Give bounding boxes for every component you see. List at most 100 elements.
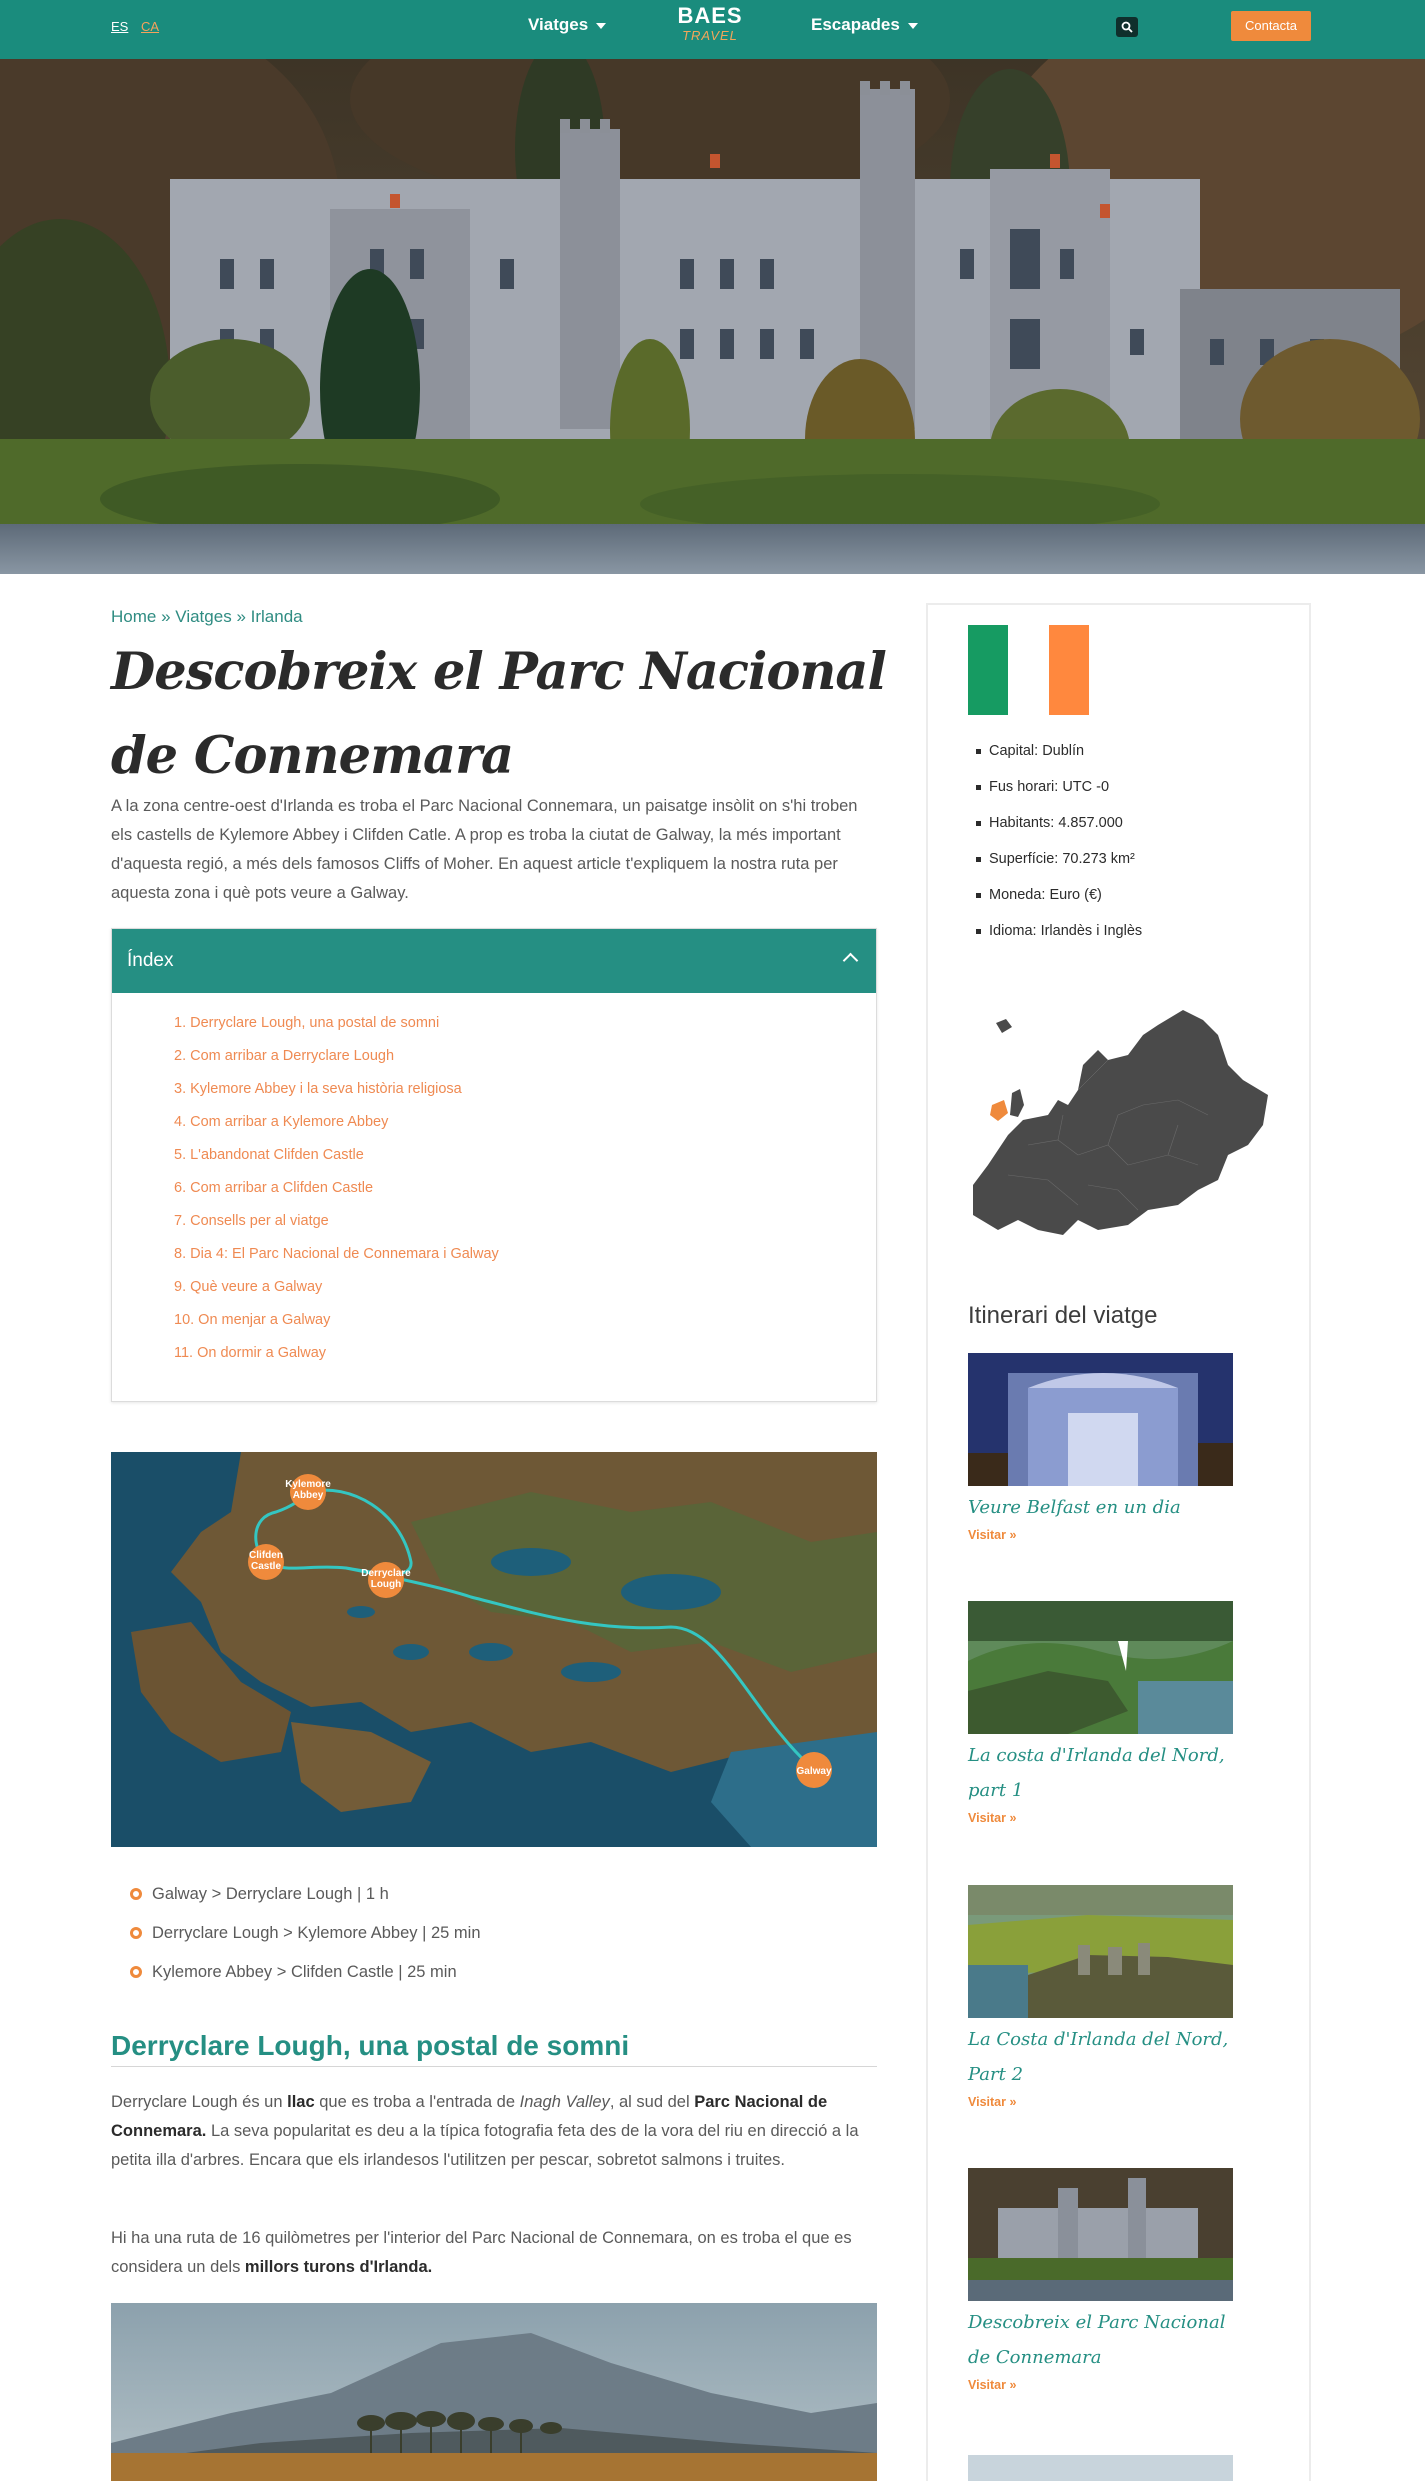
sidebar: Capital: Dublín Fus horari: UTC -0 Habit…: [926, 603, 1311, 2481]
lang-es-link[interactable]: ES: [111, 19, 128, 34]
toc-item[interactable]: 5. L'abandonat Clifden Castle: [174, 1139, 876, 1172]
map-marker-clifden[interactable]: Clifden Castle: [248, 1544, 284, 1580]
route-map-image: Kylemore Abbey Clifden Castle Derryclare…: [111, 1452, 877, 1847]
itinerary-card: La costa d'Irlanda del Nord, part 1 Visi…: [968, 1601, 1233, 1825]
fact-currency: Moneda: Euro (€): [989, 887, 1102, 903]
logo-sub-text: TRAVEL: [682, 28, 738, 43]
toc-list: 1. Derryclare Lough, una postal de somni…: [112, 993, 876, 1370]
toc-item[interactable]: 8. Dia 4: El Parc Nacional de Connemara …: [174, 1238, 876, 1271]
card-title[interactable]: La costa d'Irlanda del Nord, part 1: [968, 1738, 1233, 1808]
intro-paragraph: A la zona centre-oest d'Irlanda es troba…: [111, 797, 858, 902]
itinerary-heading: Itinerari del viatge: [968, 1302, 1158, 1329]
toc-item[interactable]: 9. Què veure a Galway: [174, 1271, 876, 1304]
breadcrumb-home[interactable]: Home: [111, 607, 156, 626]
card-title[interactable]: La Costa d'Irlanda del Nord, Part 2: [968, 2022, 1233, 2092]
square-bullet-icon: [976, 928, 981, 934]
toc-item[interactable]: 4. Com arribar a Kylemore Abbey: [174, 1106, 876, 1139]
site-logo[interactable]: BAES TRAVEL: [670, 3, 750, 43]
map-label-clifden-line1: Clifden: [249, 1550, 283, 1561]
fact-item: Moneda: Euro (€): [976, 877, 1142, 913]
route-item: Kylemore Abbey > Clifden Castle | 25 min: [130, 1952, 481, 1991]
bold-text: llac: [287, 2093, 315, 2111]
ireland-highlight: [990, 1100, 1008, 1121]
fact-item: Capital: Dublín: [976, 733, 1142, 769]
section-paragraph-2: Hi ha una ruta de 16 quilòmetres per l'i…: [111, 2224, 881, 2282]
square-bullet-icon: [976, 820, 981, 826]
toc-item[interactable]: 6. Com arribar a Clifden Castle: [174, 1172, 876, 1205]
table-of-contents: Índex 1. Derryclare Lough, una postal de…: [111, 928, 877, 1402]
toc-heading: Índex: [127, 950, 174, 971]
visit-link[interactable]: Visitar »: [968, 1528, 1233, 1542]
circle-bullet-icon: [130, 1887, 142, 1900]
fact-language: Idioma: Irlandès i Inglès: [989, 923, 1143, 939]
fact-timezone: Fus horari: UTC -0: [989, 779, 1110, 795]
map-marker-galway[interactable]: Galway: [796, 1752, 832, 1788]
text-run: , al sud del: [609, 2093, 695, 2111]
toc-header[interactable]: Índex: [112, 929, 876, 993]
section-paragraph-1: Derryclare Lough és un llac que es troba…: [111, 2088, 881, 2175]
toc-item[interactable]: 2. Com arribar a Derryclare Lough: [174, 1040, 876, 1073]
flag-stripe-white: [1008, 625, 1049, 715]
fact-item: Idioma: Irlandès i Inglès: [976, 913, 1142, 949]
contact-button[interactable]: Contacta: [1231, 11, 1311, 41]
square-bullet-icon: [976, 748, 981, 754]
search-icon: [1121, 21, 1133, 33]
text-run: que es troba a l'entrada de: [314, 2093, 520, 2111]
itinerary-card: Veure Belfast en un dia Visitar »: [968, 1353, 1233, 1542]
text-run: La seva popularitat es deu a la típica f…: [111, 2122, 859, 2169]
breadcrumb-viatges[interactable]: Viatges: [175, 607, 231, 626]
nav-viatges-menu[interactable]: Viatges: [528, 15, 607, 35]
toc-item[interactable]: 7. Consells per al viatge: [174, 1205, 876, 1238]
route-item-text: Galway > Derryclare Lough | 1 h: [152, 1884, 389, 1903]
map-label-derryclare-line1: Derryclare: [361, 1568, 411, 1579]
breadcrumb-separator: »: [236, 607, 246, 626]
dunluce-thumbnail[interactable]: [968, 1885, 1233, 2018]
square-bullet-icon: [976, 892, 981, 898]
card-title[interactable]: Descobreix el Parc Nacional de Connemara: [968, 2305, 1233, 2375]
map-label-clifden-line2: Castle: [251, 1561, 281, 1572]
visit-link[interactable]: Visitar »: [968, 1811, 1233, 1825]
section-heading: Derryclare Lough, una postal de somni: [111, 2030, 877, 2067]
toc-item[interactable]: 11. On dormir a Galway: [174, 1337, 876, 1370]
toc-item[interactable]: 10. On menjar a Galway: [174, 1304, 876, 1337]
nav-viatges-label: Viatges: [528, 15, 589, 34]
caret-down-icon: [907, 23, 918, 29]
hero-image: [0, 59, 1425, 574]
nav-escapades-label: Escapades: [811, 15, 900, 34]
route-item-text: Derryclare Lough > Kylemore Abbey | 25 m…: [152, 1923, 481, 1942]
italic-text: Inagh Valley: [519, 2093, 610, 2111]
toc-item[interactable]: 3. Kylemore Abbey i la seva història rel…: [174, 1073, 876, 1106]
breadcrumb: Home » Viatges » Irlanda: [111, 607, 303, 627]
fact-capital: Capital: Dublín: [989, 743, 1085, 759]
map-label-derryclare-line2: Lough: [371, 1579, 402, 1590]
route-list: Galway > Derryclare Lough | 1 h Derrycla…: [130, 1874, 481, 1991]
breadcrumb-separator: »: [161, 607, 171, 626]
north-coast-thumbnail[interactable]: [968, 1601, 1233, 1734]
country-facts: Capital: Dublín Fus horari: UTC -0 Habit…: [976, 733, 1142, 949]
top-navigation: ES CA Viatges BAES TRAVEL Escapades Cont…: [0, 0, 1425, 59]
map-label-galway: Galway: [796, 1766, 831, 1777]
visit-link[interactable]: Visitar »: [968, 2378, 1233, 2392]
nav-escapades-menu[interactable]: Escapades: [811, 15, 918, 35]
belfast-thumbnail[interactable]: [968, 1353, 1233, 1486]
route-map: Kylemore Abbey Clifden Castle Derryclare…: [111, 1452, 877, 1847]
flag-stripe-green: [968, 625, 1009, 715]
route-item: Derryclare Lough > Kylemore Abbey | 25 m…: [130, 1913, 481, 1952]
fact-population: Habitants: 4.857.000: [989, 815, 1123, 831]
visit-link[interactable]: Visitar »: [968, 2095, 1233, 2109]
itinerary-card-partial: [968, 2455, 1233, 2481]
toc-item[interactable]: 1. Derryclare Lough, una postal de somni: [174, 1007, 876, 1040]
kylemore-thumbnail[interactable]: [968, 2168, 1233, 2301]
lang-ca-link[interactable]: CA: [141, 19, 159, 34]
fact-item: Habitants: 4.857.000: [976, 805, 1142, 841]
search-button[interactable]: [1116, 17, 1138, 37]
flag-stripe-orange: [1048, 625, 1089, 715]
square-bullet-icon: [976, 784, 981, 790]
route-item: Galway > Derryclare Lough | 1 h: [130, 1874, 481, 1913]
ireland-flag: [968, 625, 1089, 715]
bold-text: millors turons d'Irlanda.: [244, 2258, 433, 2276]
fact-item: Superfície: 70.273 km²: [976, 841, 1142, 877]
breadcrumb-irlanda[interactable]: Irlanda: [251, 607, 303, 626]
next-thumbnail[interactable]: [968, 2455, 1233, 2481]
card-title[interactable]: Veure Belfast en un dia: [968, 1490, 1233, 1525]
